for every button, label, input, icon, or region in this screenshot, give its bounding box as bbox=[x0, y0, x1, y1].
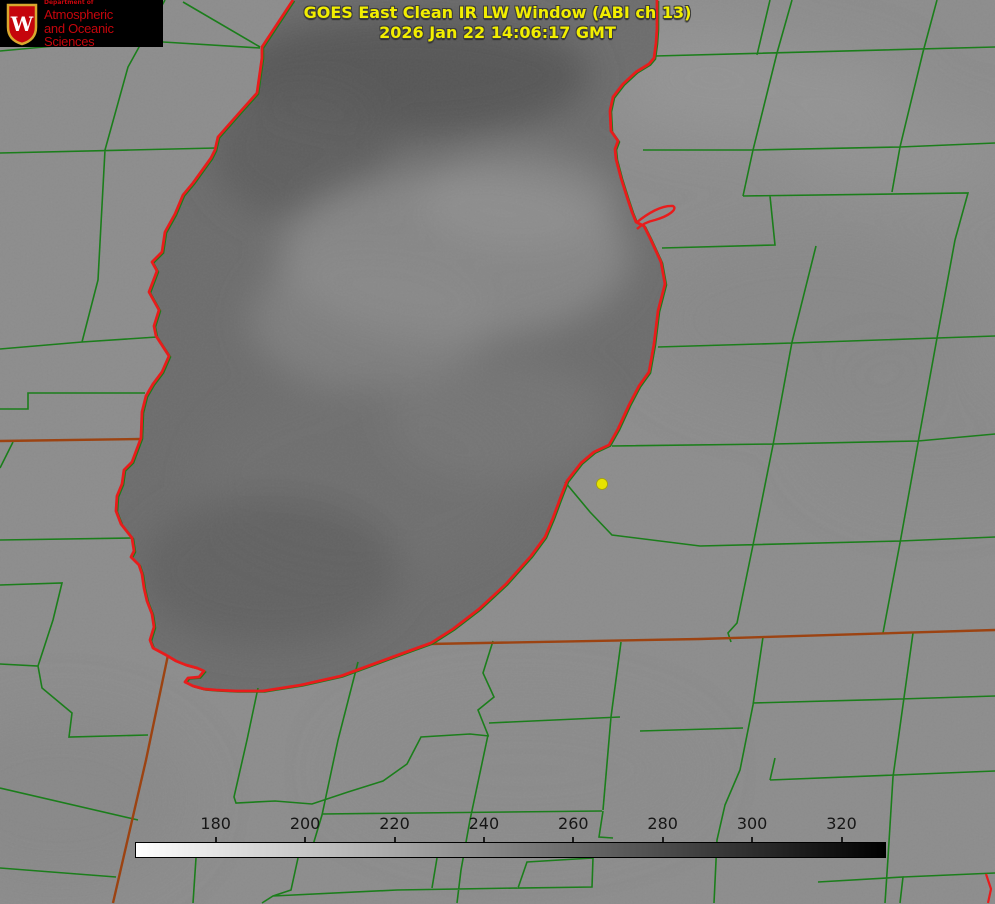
uw-aos-logo: W Department of Atmospheric and Oceanic … bbox=[0, 0, 163, 49]
colorbar-tick-label: 300 bbox=[736, 814, 768, 833]
colorbar-tick bbox=[304, 837, 307, 842]
colorbar-tick-label: 320 bbox=[826, 814, 857, 833]
colorbar-tick-label: 200 bbox=[289, 814, 321, 833]
logo-name-line2: and Oceanic Sciences bbox=[44, 20, 114, 49]
colorbar-tick bbox=[572, 837, 575, 842]
colorbar-tick bbox=[393, 837, 396, 842]
image-title: GOES East Clean IR LW Window (ABI ch 13)… bbox=[304, 3, 692, 43]
colorbar-tick bbox=[840, 837, 843, 842]
image-grain-overlay bbox=[0, 0, 995, 904]
colorbar-tick bbox=[214, 837, 217, 842]
colorbar-tick-label: 220 bbox=[379, 814, 410, 833]
colorbar-tick-label: 180 bbox=[200, 814, 231, 833]
logo-name-line1: Atmospheric bbox=[44, 6, 113, 22]
uw-crest-icon: W bbox=[6, 3, 38, 45]
colorbar-tick-label: 260 bbox=[558, 814, 589, 833]
temperature-colorbar bbox=[135, 842, 886, 858]
colorbar-tick bbox=[661, 837, 664, 842]
satellite-image: W Department of Atmospheric and Oceanic … bbox=[0, 0, 995, 904]
title-line2: 2026 Jan 22 14:06:17 GMT bbox=[379, 23, 616, 42]
station-marker-dot bbox=[596, 478, 608, 490]
colorbar-tick bbox=[482, 837, 485, 842]
logo-dept-line: Department of bbox=[44, 0, 94, 6]
colorbar-tick-label: 280 bbox=[647, 814, 678, 833]
title-line1: GOES East Clean IR LW Window (ABI ch 13) bbox=[303, 3, 692, 22]
map-canvas bbox=[0, 0, 995, 904]
colorbar-tick bbox=[751, 837, 754, 842]
crest-letter: W bbox=[10, 12, 34, 36]
colorbar-tick-label: 240 bbox=[468, 814, 500, 833]
